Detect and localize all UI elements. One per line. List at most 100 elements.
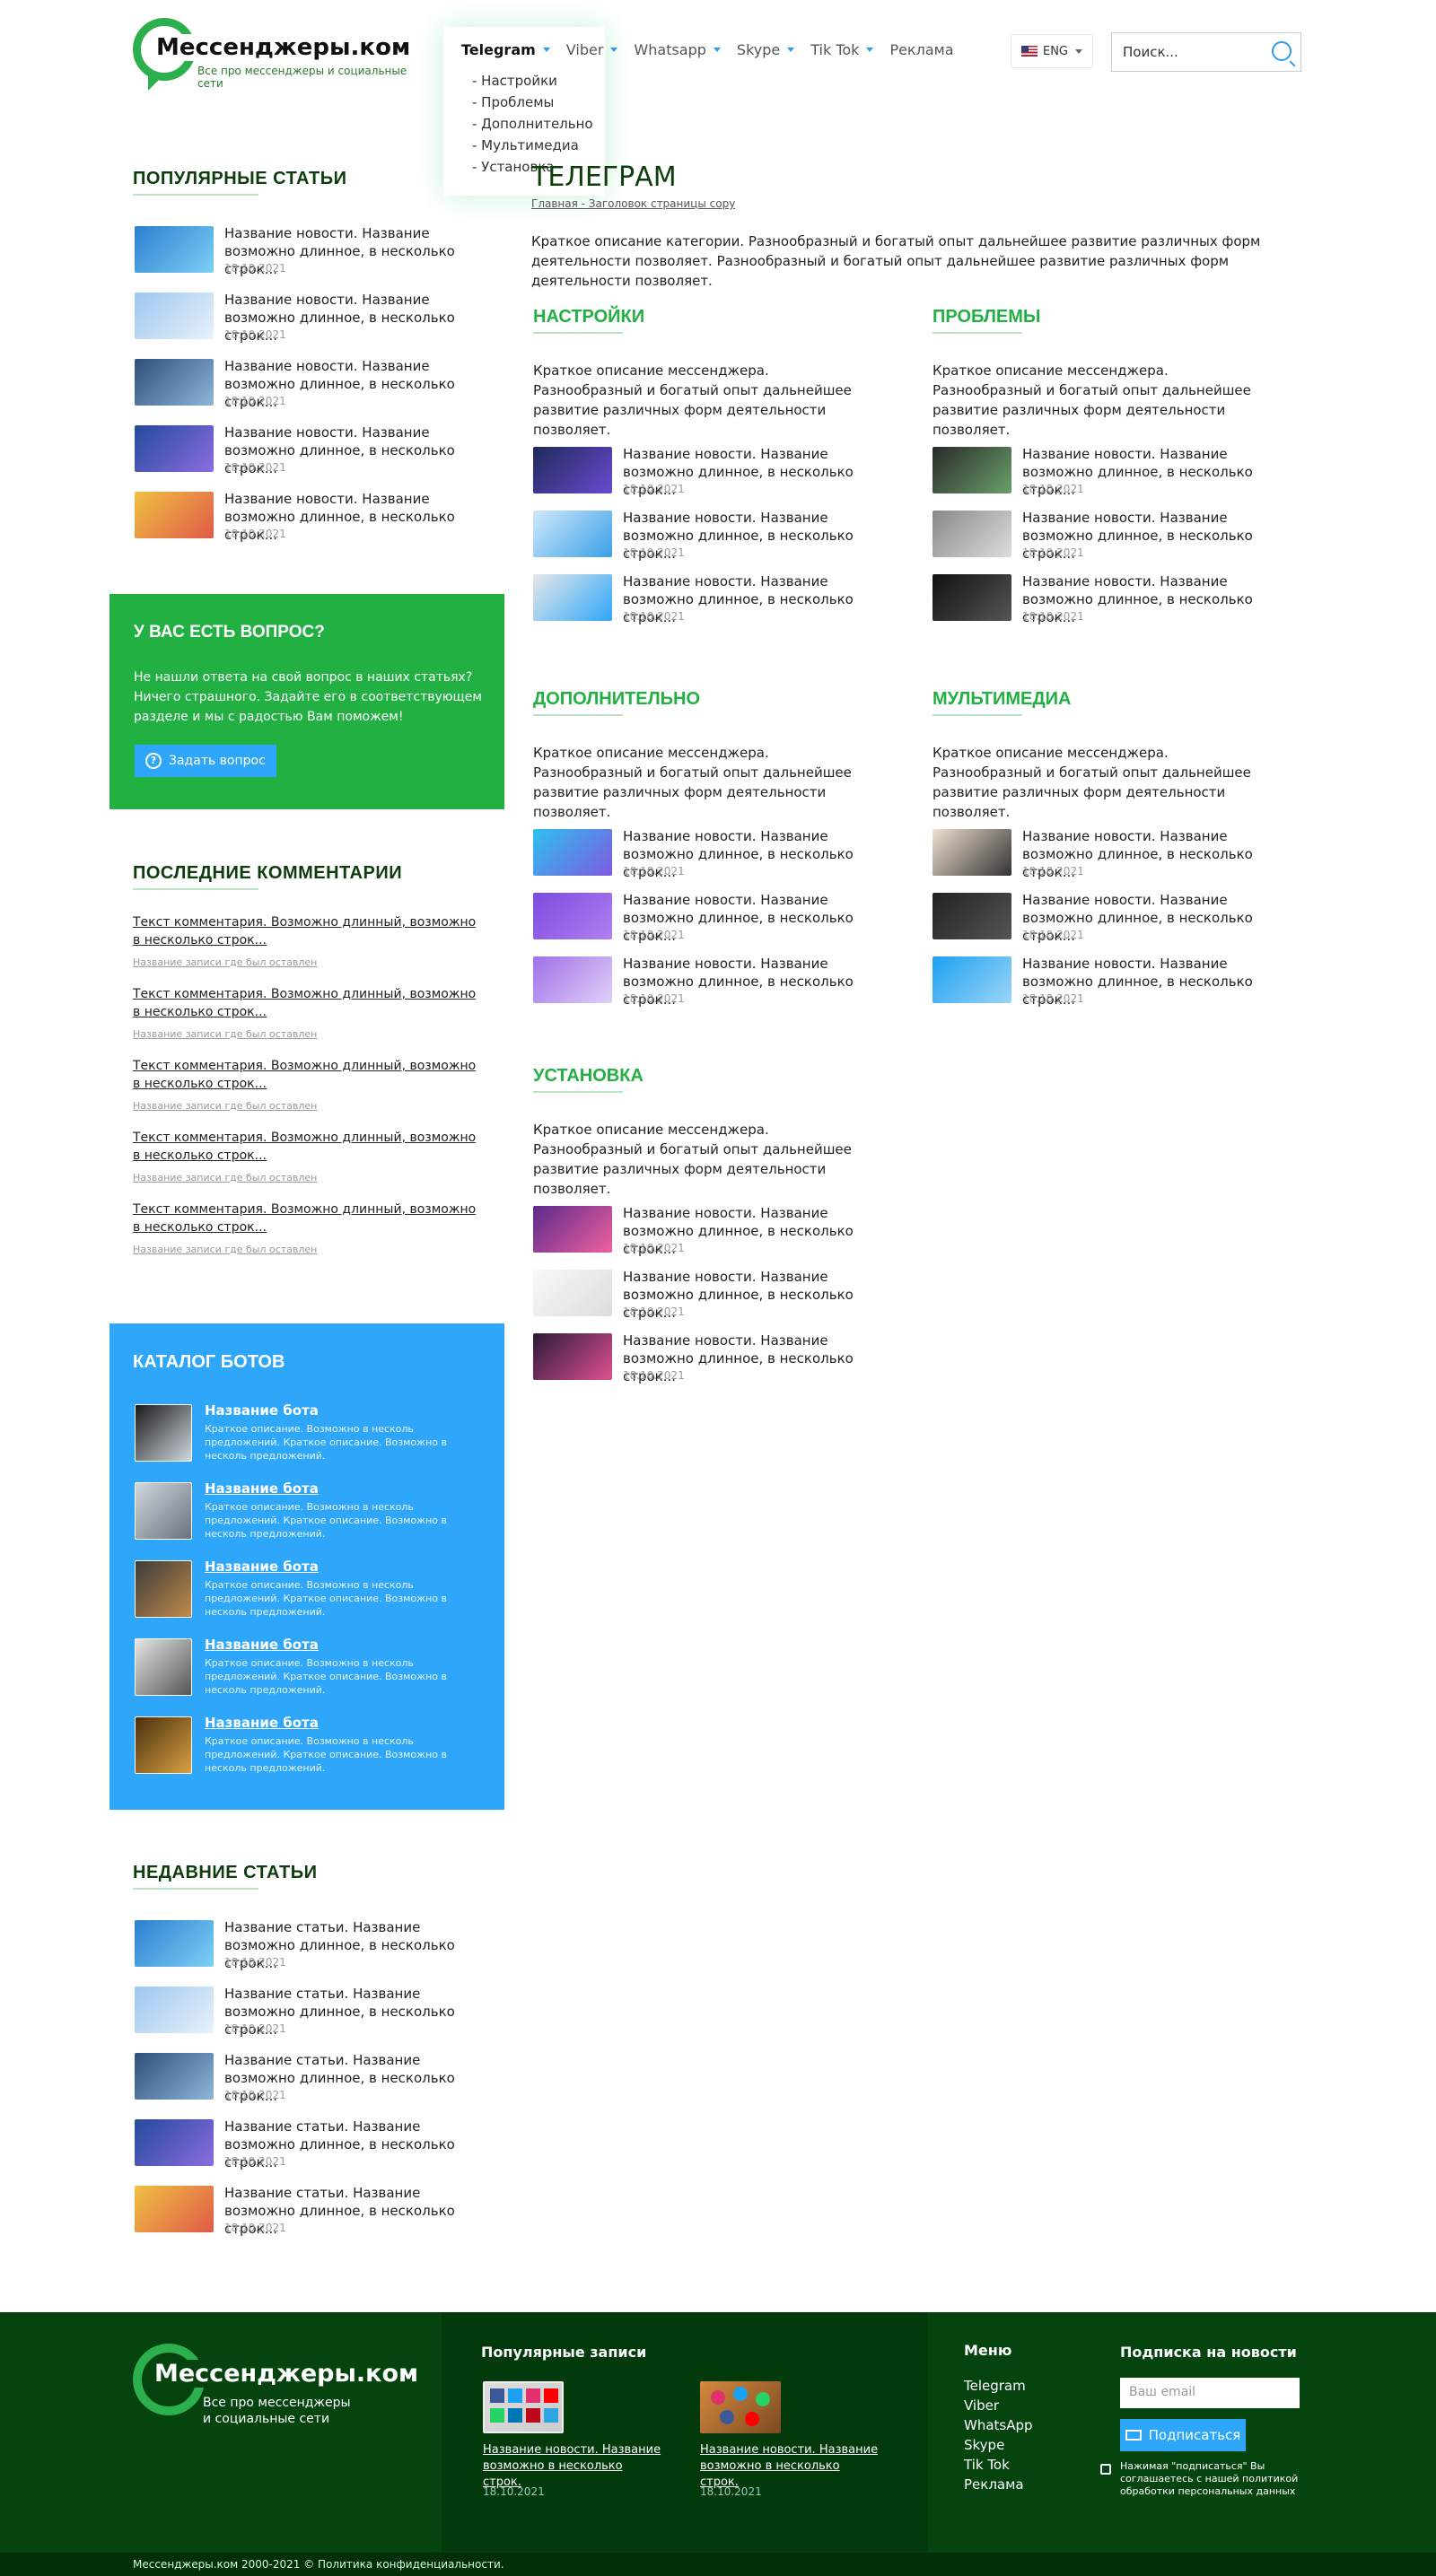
bot-avatar[interactable] (135, 1482, 192, 1540)
comment-text[interactable]: Текст комментария. Возможно длинный, воз… (133, 985, 483, 1021)
copyright-bar: Мессенджеры.ком 2000-2021 © Политика кон… (0, 2553, 1436, 2576)
question-title: У ВАС ЕСТЬ ВОПРОС? (134, 623, 325, 642)
ask-question-button[interactable]: ? Задать вопрос (135, 745, 276, 777)
dropdown-item-extra[interactable]: - Дополнительно (472, 113, 593, 135)
privacy-note: Нажимая "подписаться" Вы соглашаетесь с … (1120, 2460, 1299, 2497)
comment-source[interactable]: Название записи где был оставлен (133, 956, 317, 968)
news-thumbnail[interactable] (533, 1206, 612, 1253)
search-input[interactable]: Поиск... (1111, 32, 1301, 72)
news-thumbnail[interactable] (135, 492, 214, 538)
news-thumbnail[interactable] (533, 956, 612, 1003)
nav-telegram[interactable]: Telegram (461, 41, 550, 58)
article-thumbnail[interactable] (135, 1987, 214, 2033)
breadcrumb[interactable]: Главная - Заголовок страницы сору (531, 197, 735, 210)
article-thumbnail[interactable] (135, 2053, 214, 2100)
copyright-text[interactable]: Мессенджеры.ком 2000-2021 © Политика кон… (133, 2558, 504, 2571)
comment-source[interactable]: Название записи где был оставлен (133, 1244, 317, 1255)
article-thumbnail[interactable] (135, 2119, 214, 2166)
news-thumbnail[interactable] (135, 293, 214, 339)
bot-name[interactable]: Название бота (205, 1559, 319, 1575)
comment-source[interactable]: Название записи где был оставлен (133, 1028, 317, 1040)
search-icon[interactable] (1272, 41, 1292, 61)
search-placeholder: Поиск... (1123, 44, 1178, 60)
comment-text[interactable]: Текст комментария. Возможно длинный, воз… (133, 1129, 483, 1165)
news-thumbnail[interactable] (533, 829, 612, 876)
nav-tiktok[interactable]: Tik Tok (810, 41, 874, 58)
bot-avatar[interactable] (135, 1716, 192, 1774)
dropdown-item-multimedia[interactable]: - Мультимедиа (472, 135, 593, 156)
news-thumbnail[interactable] (933, 956, 1011, 1003)
news-thumbnail[interactable] (533, 447, 612, 493)
comment-text[interactable]: Текст комментария. Возможно длинный, воз… (133, 1201, 483, 1236)
nav-label: Tik Tok (810, 41, 860, 58)
nav-whatsapp[interactable]: Whatsapp (634, 41, 721, 58)
footer-menu-item[interactable]: WhatsApp (964, 2417, 1033, 2433)
bot-description: Краткое описание. Возможно в несколь пре… (205, 1501, 447, 1540)
news-thumbnail[interactable] (533, 1270, 612, 1316)
news-thumbnail[interactable] (533, 1333, 612, 1380)
comment-source[interactable]: Название записи где был оставлен (133, 1172, 317, 1183)
footer-menu-item[interactable]: Реклама (964, 2476, 1024, 2493)
bot-name[interactable]: Название бота (205, 1480, 319, 1497)
footer-news-title-1[interactable]: Название новости. Название возможно в не… (483, 2442, 662, 2491)
comment-text[interactable]: Текст комментария. Возможно длинный, воз… (133, 913, 483, 949)
news-thumbnail[interactable] (135, 425, 214, 472)
news-thumbnail[interactable] (933, 829, 1011, 876)
footer-menu-item[interactable]: Telegram (964, 2378, 1026, 2394)
footer-menu-item[interactable]: Tik Tok (964, 2457, 1010, 2473)
footer-logo-title[interactable]: Мессенджеры.ком (151, 2360, 423, 2388)
subscribe-button[interactable]: Подписаться (1120, 2419, 1246, 2451)
footer-menu-title: Меню (964, 2342, 1012, 2359)
nav-viber[interactable]: Viber (566, 41, 618, 58)
news-thumbnail[interactable] (135, 226, 214, 273)
comment-text[interactable]: Текст комментария. Возможно длинный, воз… (133, 1057, 483, 1093)
news-date: 18.10.2021 (1022, 865, 1084, 878)
site-logo[interactable]: Мессенджеры.ком Все про мессенджеры и со… (133, 18, 420, 103)
news-thumbnail[interactable] (135, 359, 214, 406)
section-description: Краткое описание мессенджера. Разнообраз… (533, 745, 852, 820)
comment-source[interactable]: Название записи где был оставлен (133, 1100, 317, 1112)
footer-news-title-2[interactable]: Название новости. Название возможно в не… (700, 2442, 880, 2491)
bot-avatar[interactable] (135, 1638, 192, 1696)
bot-avatar[interactable] (135, 1560, 192, 1618)
news-date: 18.10.2021 (623, 1305, 685, 1318)
section-description: Краткое описание мессенджера. Разнообраз… (933, 745, 1251, 820)
footer-news-date-1: 18.10.2021 (483, 2485, 545, 2498)
news-thumbnail[interactable] (933, 893, 1011, 939)
news-date: 18.10.2021 (1022, 929, 1084, 941)
news-thumbnail[interactable] (533, 511, 612, 557)
dropdown-item-problems[interactable]: - Проблемы (472, 92, 593, 113)
recent-articles-title: НЕДАВНИЕ СТАТЬИ (133, 1863, 318, 1890)
news-thumbnail[interactable] (533, 893, 612, 939)
footer-menu-item[interactable]: Viber (964, 2397, 999, 2414)
bot-avatar[interactable] (135, 1404, 192, 1462)
section-title-multimedia[interactable]: МУЛЬТИМЕДИА (933, 689, 1071, 716)
bot-name[interactable]: Название бота (205, 1402, 319, 1419)
email-field[interactable]: Ваш email (1120, 2378, 1300, 2408)
section-title-install[interactable]: УСТАНОВКА (533, 1066, 644, 1093)
article-thumbnail[interactable] (135, 2186, 214, 2232)
nav-skype[interactable]: Skype (737, 41, 795, 58)
section-title-settings[interactable]: НАСТРОЙКИ (533, 307, 644, 334)
bot-name[interactable]: Название бота (205, 1637, 319, 1653)
footer-thumb-1[interactable] (483, 2381, 564, 2433)
question-box: У ВАС ЕСТЬ ВОПРОС? Не нашли ответа на св… (109, 594, 504, 809)
nav-ads[interactable]: Реклама (889, 41, 953, 58)
news-thumbnail[interactable] (933, 447, 1011, 493)
footer-thumb-2[interactable] (700, 2381, 781, 2433)
news-date: 18.10.2021 (623, 992, 685, 1005)
news-thumbnail[interactable] (533, 574, 612, 621)
subscribe-title: Подписка на новости (1120, 2344, 1297, 2361)
bot-name[interactable]: Название бота (205, 1715, 319, 1731)
news-thumbnail[interactable] (933, 574, 1011, 621)
article-date: 18.10.2021 (224, 2222, 286, 2234)
section-title-extra[interactable]: ДОПОЛНИТЕЛЬНО (533, 689, 700, 716)
dropdown-item-settings[interactable]: - Настройки (472, 70, 593, 92)
article-thumbnail[interactable] (135, 1920, 214, 1967)
news-thumbnail[interactable] (933, 511, 1011, 557)
section-title-problems[interactable]: ПРОБЛЕМЫ (933, 307, 1041, 334)
news-date: 18.10.2021 (623, 1369, 685, 1382)
footer-menu-item[interactable]: Skype (964, 2437, 1004, 2453)
language-select[interactable]: ENG (1011, 34, 1093, 68)
logo-subtitle: Все про мессенджеры и социальные сети (197, 65, 407, 90)
